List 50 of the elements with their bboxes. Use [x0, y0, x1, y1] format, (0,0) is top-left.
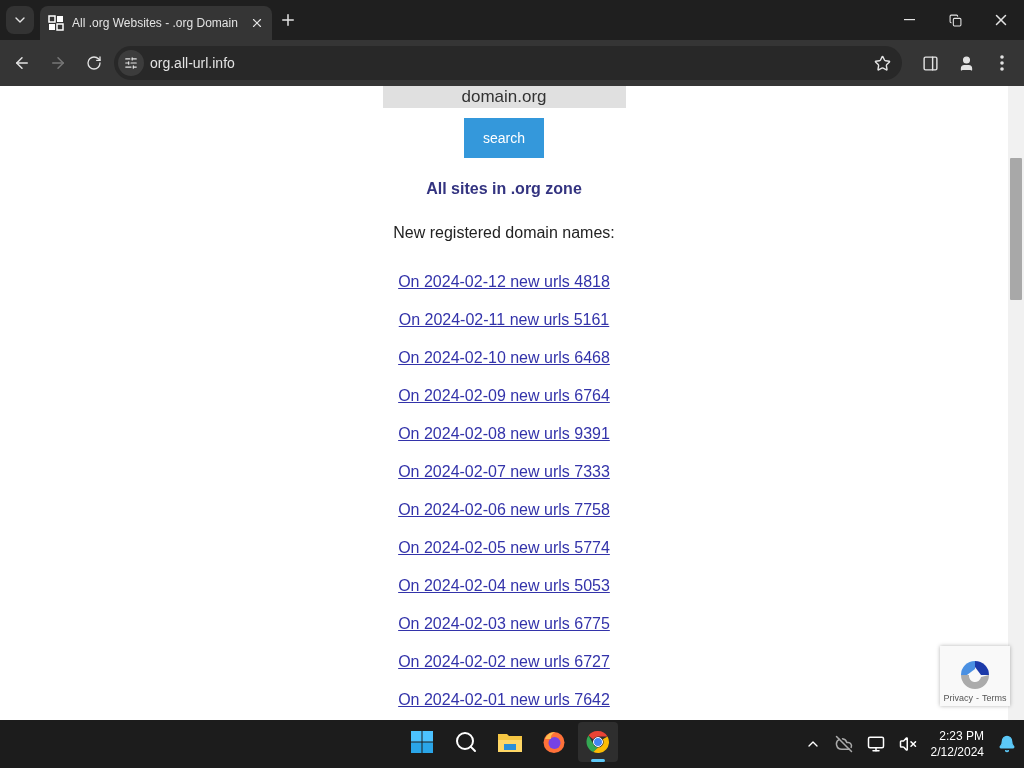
- more-icon: [1000, 55, 1004, 71]
- privacy-link[interactable]: Privacy: [943, 693, 973, 703]
- date-link[interactable]: On 2024-02-08 new urls 9391: [398, 424, 610, 443]
- site-icon: [48, 15, 64, 31]
- separator-text: -: [976, 693, 979, 703]
- star-icon: [873, 54, 891, 72]
- bell-icon[interactable]: [998, 735, 1016, 753]
- scrollbar-thumb[interactable]: [1010, 158, 1022, 300]
- tab-search-button[interactable]: [6, 6, 34, 34]
- reload-icon: [86, 55, 102, 71]
- search-icon: [454, 730, 478, 754]
- close-icon[interactable]: [250, 16, 264, 30]
- address-bar[interactable]: org.all-url.info: [114, 46, 902, 80]
- cloud-off-icon[interactable]: [834, 735, 853, 753]
- folder-icon: [497, 731, 523, 753]
- terms-link[interactable]: Terms: [982, 693, 1007, 703]
- firefox-icon: [542, 730, 566, 754]
- network-icon[interactable]: [866, 735, 885, 753]
- site-settings-button[interactable]: [118, 50, 144, 76]
- search-field[interactable]: domain.org: [382, 86, 626, 108]
- chrome-icon: [586, 730, 610, 754]
- side-panel-icon: [921, 54, 939, 72]
- restore-icon: [948, 13, 962, 27]
- browser-tab[interactable]: All .org Websites - .org Domain: [40, 6, 272, 40]
- date-link[interactable]: On 2024-02-07 new urls 7333: [398, 462, 610, 481]
- date-link[interactable]: On 2024-02-02 new urls 6727: [398, 652, 610, 671]
- date-link[interactable]: On 2024-02-11 new urls 5161: [398, 310, 610, 329]
- time-text: 2:23 PM: [939, 728, 984, 744]
- scrollbar[interactable]: [1008, 86, 1024, 720]
- muted-speaker-icon[interactable]: [898, 735, 917, 753]
- forward-arrow-icon: [49, 54, 67, 72]
- date-link[interactable]: On 2024-02-12 new urls 4818: [398, 272, 610, 291]
- heading: All sites in .org zone: [426, 180, 582, 198]
- date-link[interactable]: On 2024-02-06 new urls 7758: [398, 500, 610, 519]
- clock[interactable]: 2:23 PM 2/12/2024: [930, 728, 984, 760]
- date-text: 2/12/2024: [930, 744, 984, 760]
- url-text: org.all-url.info: [150, 55, 236, 71]
- date-link[interactable]: On 2024-02-09 new urls 6764: [398, 386, 610, 405]
- date-link[interactable]: On 2024-02-01 new urls 7642: [398, 690, 610, 709]
- windows-icon: [410, 730, 434, 754]
- tab-title: All .org Websites - .org Domain: [72, 16, 239, 30]
- date-link[interactable]: On 2024-02-04 new urls 5053: [398, 576, 610, 595]
- date-link[interactable]: On 2024-02-03 new urls 6775: [398, 614, 610, 633]
- date-link[interactable]: On 2024-02-10 new urls 6468: [398, 348, 610, 367]
- date-link[interactable]: On 2024-02-05 new urls 5774: [398, 538, 610, 557]
- minimize-icon: [903, 19, 915, 21]
- subheading: New registered domain names:: [393, 224, 615, 242]
- taskbar-app-button[interactable]: [578, 722, 618, 762]
- plus-icon: [279, 11, 297, 29]
- sliders-icon: [124, 56, 138, 70]
